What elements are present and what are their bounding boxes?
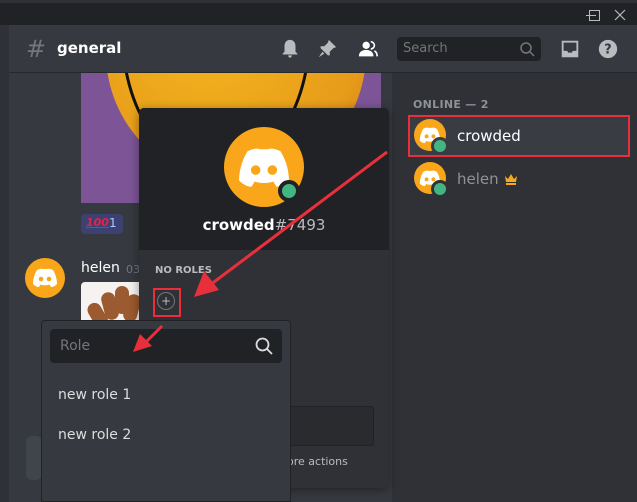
- reaction-button[interactable]: 100 1: [81, 214, 123, 234]
- message-timestamp: 03: [126, 263, 140, 276]
- role-search-placeholder: Role: [60, 338, 91, 354]
- role-search-input[interactable]: Role: [50, 329, 282, 363]
- hundred-points-icon: 100: [86, 216, 109, 229]
- hash-icon: #: [26, 35, 47, 63]
- member-name: crowded: [457, 127, 521, 145]
- member-item-helen[interactable]: helen: [409, 160, 629, 200]
- popout-discriminator: #7493: [274, 216, 326, 234]
- online-status-icon: [278, 180, 300, 202]
- member-item-crowded[interactable]: crowded: [409, 117, 629, 157]
- close-icon: [614, 9, 626, 21]
- popout-user-tag: crowded#7493: [139, 216, 389, 234]
- online-status-icon: [431, 180, 449, 198]
- message-author[interactable]: helen: [81, 260, 120, 276]
- discord-window: # general Search ? 100 1 helen 03 ONLINE…: [0, 0, 637, 502]
- server-list-edge: [0, 25, 9, 502]
- reaction-count: 1: [109, 216, 117, 230]
- pin-icon[interactable]: [316, 38, 338, 60]
- channel-header: # general Search ?: [9, 25, 637, 73]
- svg-text:?: ?: [604, 43, 611, 58]
- close-button[interactable]: [610, 6, 630, 24]
- note-input[interactable]: [289, 406, 374, 446]
- popout-username: crowded: [202, 216, 275, 234]
- avatar[interactable]: [25, 258, 65, 298]
- channel-name: general: [57, 39, 122, 57]
- role-option[interactable]: new role 1: [50, 379, 282, 413]
- member-name: helen: [457, 170, 499, 188]
- discord-logo-icon: [33, 268, 57, 287]
- role-dropdown: Role new role 1 new role 2: [41, 320, 291, 502]
- search-input[interactable]: Search: [397, 37, 541, 61]
- role-option[interactable]: new role 2: [50, 419, 282, 453]
- crown-icon: [505, 174, 517, 185]
- maximize-button[interactable]: [584, 6, 604, 24]
- title-bar: [0, 3, 637, 25]
- roles-label: NO ROLES: [155, 265, 212, 276]
- search-icon: [255, 337, 273, 355]
- online-status-icon: [431, 137, 449, 155]
- bell-icon[interactable]: [279, 38, 301, 60]
- help-icon[interactable]: ?: [597, 38, 619, 60]
- scroll-handle[interactable]: [26, 436, 42, 480]
- search-icon: [520, 42, 535, 57]
- members-icon[interactable]: [357, 38, 379, 60]
- message-image-hands[interactable]: [81, 282, 139, 322]
- popout-header: crowded#7493: [139, 108, 389, 250]
- search-placeholder: Search: [403, 41, 448, 56]
- members-section-header: ONLINE — 2: [413, 98, 489, 111]
- more-actions-link[interactable]: ore actions: [287, 455, 348, 468]
- inbox-icon[interactable]: [559, 38, 581, 60]
- add-role-button[interactable]: +: [157, 292, 175, 310]
